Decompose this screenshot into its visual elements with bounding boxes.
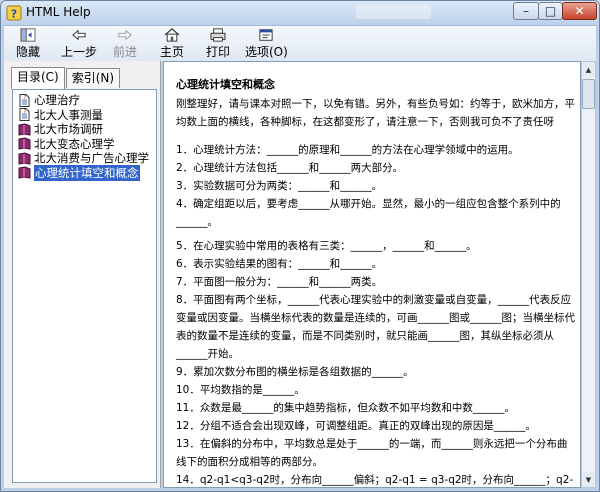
svg-text:?: ?: [24, 95, 27, 101]
question-6: 6．表示实验结果的图有：______和______。: [176, 258, 383, 270]
home-button[interactable]: 主页: [160, 28, 184, 60]
svg-text:?: ?: [11, 8, 17, 21]
tab-index[interactable]: 索引(N): [65, 68, 121, 88]
print-label: 打印: [206, 45, 231, 59]
book-icon: [18, 151, 31, 165]
book-icon: [18, 137, 31, 150]
navigation-pane: 目录(C) 索引(N) ? 心理治疗 ? 北大人事测量 北大市场调研 北大变态心…: [4, 61, 161, 488]
tree-item-2[interactable]: ? 北大人事测量: [13, 108, 156, 122]
topic-intro: 刚整理好，请与课本对照一下，以免有错。另外，有些负号如：约等于，欧米加方，平均数…: [176, 98, 575, 128]
hide-button[interactable]: 隐藏: [16, 28, 40, 60]
back-arrow-icon: [72, 29, 86, 41]
home-label: 主页: [160, 45, 185, 59]
maximize-button[interactable]: □: [538, 2, 563, 20]
svg-text:?: ?: [24, 109, 27, 115]
help-window: ? HTML Help – □ ✕ 隐藏 上一步 前进 主页 打印 选项(O) …: [0, 0, 600, 492]
question-2: 2．心理统计方法包括______和______两大部分。: [176, 162, 404, 174]
tab-contents[interactable]: 目录(C): [11, 67, 65, 89]
topic-document: 心理统计填空和概念 刚整理好，请与课本对照一下，以免有错。另外，有些负号如：约等…: [176, 76, 576, 487]
title-bar-reflection: [356, 5, 431, 19]
book-icon: [18, 122, 31, 136]
options-label: 选项(O): [245, 45, 288, 59]
book-icon: [18, 166, 31, 179]
toolbar: 隐藏 上一步 前进 主页 打印 选项(O): [4, 25, 596, 61]
question-14: 14．q2-q1<q3-q2时，分布向______偏斜；q2-q1 = q3-q…: [176, 474, 574, 486]
tree-item-5[interactable]: 北大消费与广告心理学: [13, 151, 156, 165]
question-9: 9．累加次数分布图的横坐标是各组数据的______。: [176, 366, 414, 378]
scroll-up-arrow-icon: ▲: [585, 65, 592, 74]
minimize-icon: –: [523, 4, 529, 18]
question-4: 4．确定组距以后，要考虑______从哪开始。显然，最小的一组应包含整个系列中的…: [176, 198, 561, 228]
question-1: 1．心理统计方法：______的原理和______的方法在心理学领域中的运用。: [176, 144, 519, 156]
hide-pane-icon: [20, 28, 36, 42]
printer-icon: [210, 28, 226, 42]
options-icon: [259, 29, 273, 41]
scroll-thumb[interactable]: [582, 79, 595, 109]
topic-content-pane[interactable]: 心理统计填空和概念 刚整理好，请与课本对照一下，以免有错。另外，有些负号如：约等…: [163, 61, 581, 488]
question-13: 13．在偏斜的分布中，平均数总是处于______的一端，而______则永远把一…: [176, 438, 568, 468]
question-3: 3．实验数据可分为两类：______和______。: [176, 180, 383, 192]
window-title: HTML Help: [26, 5, 91, 19]
tree-item-6-selected[interactable]: 心理统计填空和概念: [13, 164, 156, 181]
options-button[interactable]: 选项(O): [245, 28, 288, 60]
scroll-up-button[interactable]: ▲: [582, 62, 595, 77]
question-11: 11．众数是最______的集中趋势指标，但众数不如平均数和中数______。: [176, 402, 515, 414]
forward-button[interactable]: 前进: [113, 28, 137, 60]
back-label: 上一步: [61, 45, 98, 59]
content-scrollbar[interactable]: ▲ ▼: [581, 61, 596, 488]
nav-tabs: 目录(C) 索引(N): [11, 67, 121, 90]
minimize-button[interactable]: –: [513, 2, 539, 20]
contents-tree: ? 心理治疗 ? 北大人事测量 北大市场调研 北大变态心理学 北大消费与广告心理…: [12, 89, 157, 483]
question-5: 5．在心理实验中常用的表格有三类：______，______和______。: [176, 240, 477, 252]
help-app-icon: ?: [6, 5, 22, 21]
maximize-icon: □: [544, 4, 557, 18]
tree-item-4[interactable]: 北大变态心理学: [13, 137, 156, 151]
question-8: 8．平面图有两个坐标，______代表心理实验中的刺激变量或自变量，______…: [176, 294, 575, 360]
scroll-down-button[interactable]: ▼: [582, 472, 595, 487]
question-12: 12．分组不适合会出现双峰，可调整组距。真正的双峰出现的原因是______。: [176, 420, 536, 432]
tree-item-1[interactable]: ? 心理治疗: [13, 93, 156, 107]
tree-item-label: 心理统计填空和概念: [34, 164, 140, 181]
close-icon: ✕: [574, 4, 585, 18]
home-icon: [164, 28, 180, 42]
tree-item-3[interactable]: 北大市场调研: [13, 122, 156, 136]
forward-arrow-icon: [118, 29, 132, 41]
title-bar[interactable]: ? HTML Help – □ ✕: [1, 1, 599, 25]
close-button[interactable]: ✕: [562, 2, 597, 20]
back-button[interactable]: 上一步: [61, 28, 97, 60]
question-7: 7．平面图一般分为：______和______两类。: [176, 276, 383, 288]
hide-label: 隐藏: [16, 45, 41, 59]
page-icon: ?: [19, 93, 30, 107]
scroll-down-arrow-icon: ▼: [585, 475, 592, 484]
print-button[interactable]: 打印: [206, 28, 230, 60]
topic-heading: 心理统计填空和概念: [176, 78, 275, 91]
page-icon: ?: [19, 108, 30, 121]
forward-label: 前进: [113, 45, 138, 59]
question-10: 10．平均数指的是______。: [176, 384, 305, 396]
